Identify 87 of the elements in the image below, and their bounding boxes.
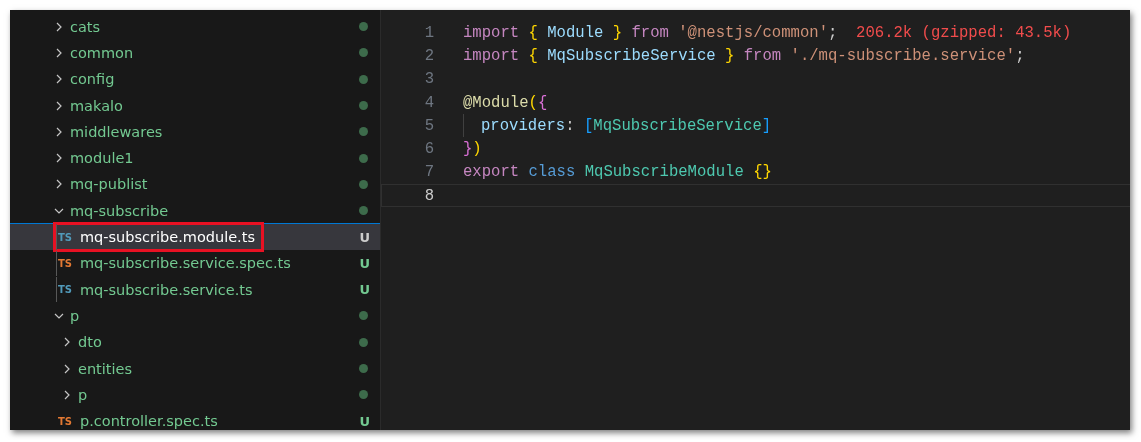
git-status-label: U [359,413,370,429]
code-token: './mq-subscribe.service' [790,46,1016,65]
folder-name: middlewares [70,123,163,140]
code-token: import [463,46,521,65]
folder-name: makalo [70,97,123,114]
code-token: MqSubscribeService [593,116,762,135]
git-status-label: U [359,282,370,298]
folder-item[interactable]: p [54,307,359,324]
folder-name: common [70,44,134,61]
folder-name: module1 [70,150,134,167]
file-item[interactable]: TS mq-subscribe.service.spec.ts U [10,249,380,276]
code-token: ) [472,140,482,159]
folder-item[interactable]: common [54,44,359,61]
folder-name: config [70,71,115,88]
code-token: Module [546,23,605,42]
code-token: class [528,163,577,182]
folder-name: mq-publist [70,176,148,193]
chevron-right-icon [62,389,72,400]
code-token: [ [583,116,594,135]
folder-item[interactable]: dto [62,334,359,351]
folder-item[interactable]: module1 [54,150,359,167]
line-number: 7 [423,163,435,182]
folder-name: mq-subscribe [70,202,169,219]
code-token: export [463,163,521,182]
git-status-label: U [359,255,370,271]
line-number: 8 [423,186,435,205]
line-number: 4 [423,93,435,112]
code-token: MqSubscribeService [546,46,717,65]
chevron-right-icon [54,47,64,58]
file-name: mq-subscribe.service.ts [80,281,253,298]
typescript-icon: TS [58,284,74,296]
chevron-right-icon [54,126,64,137]
folder-item[interactable]: makalo [54,97,359,114]
folder-name: p [78,386,88,403]
code-token: from [631,23,670,42]
chevron-right-icon [62,363,72,374]
git-status-label: U [359,229,370,245]
code-token: ] [761,116,772,135]
code-token: MqSubscribeModule [584,163,745,182]
import-size-annotation: 206.2k (gzipped: 43.5k) [855,23,1072,42]
code-token: import [463,23,521,42]
code-token: { [528,23,538,42]
folder-item[interactable]: config [54,71,359,88]
folder-name: cats [70,18,101,35]
code-token: {} [753,163,772,182]
chevron-right-icon [54,100,64,111]
code-token: @Module [463,93,529,112]
typescript-icon: TS [58,231,74,243]
code-token: '@nestjs/common' [678,23,828,42]
line-number: 3 [423,70,435,89]
code-token: } [612,23,624,42]
typescript-icon: TS [58,415,74,427]
chevron-right-icon [62,337,72,348]
folder-name: p [70,307,80,324]
folder-item[interactable]: p [62,386,359,403]
file-item[interactable]: TS p.controller.spec.ts U [10,407,380,430]
chevron-right-icon [54,153,64,164]
folder-name: dto [78,334,102,351]
file-name: p.controller.spec.ts [80,413,218,430]
code-token: ; [828,23,838,42]
code-token: ; [1015,46,1025,65]
code-token: } [725,46,736,65]
file-item[interactable]: TS mq-subscribe.module.ts U [10,223,380,250]
folder-name: entities [78,360,132,377]
chevron-right-icon [54,21,64,32]
folder-item[interactable]: cats [54,18,359,35]
line-number: 2 [423,46,435,65]
folder-item[interactable]: middlewares [54,123,359,140]
typescript-icon: TS [58,257,74,269]
code-token: { [528,46,538,65]
code-token: providers [481,116,566,135]
code-token: ( [528,93,538,112]
line-number: 6 [423,140,435,159]
folder-item[interactable]: mq-publist [54,176,359,193]
code-token: from [743,46,783,65]
code-token: { [537,93,548,112]
code-token: : [565,116,576,135]
file-name: mq-subscribe.module.ts [80,229,255,245]
chevron-right-icon [54,74,64,85]
code-token: } [463,140,473,159]
folder-item[interactable]: mq-subscribe [54,202,359,219]
file-name: mq-subscribe.service.spec.ts [80,255,291,272]
line-number: 1 [423,23,435,42]
folder-item[interactable]: entities [62,360,359,377]
file-item[interactable]: TS mq-subscribe.service.ts U [10,275,380,303]
chevron-right-icon [54,179,64,190]
line-number: 5 [423,116,435,135]
